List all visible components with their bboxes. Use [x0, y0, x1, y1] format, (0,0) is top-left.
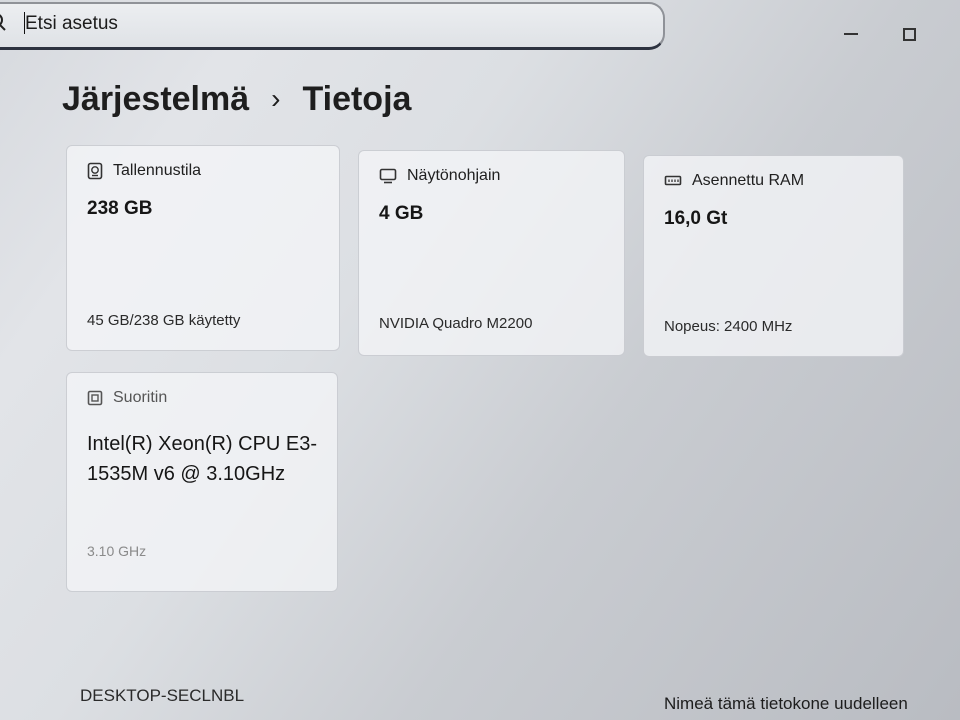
monitor-icon	[379, 168, 397, 184]
storage-card: Tallennustila 238 GB 45 GB/238 GB käytet…	[66, 145, 340, 351]
ram-value: 16,0 Gt	[664, 208, 728, 229]
device-name: DESKTOP-SECLNBL	[80, 686, 245, 705]
cpu-title: Suoritin	[113, 389, 168, 406]
ram-title: Asennettu RAM	[692, 172, 805, 189]
ram-card-header: Asennettu RAM	[664, 172, 804, 190]
page-title: Tietoja	[302, 79, 412, 118]
memory-icon	[664, 175, 682, 186]
breadcrumb-parent[interactable]: Järjestelmä	[62, 80, 249, 119]
maximize-button[interactable]	[896, 18, 922, 44]
cpu-card: Suoritin Intel(R) Xeon(R) CPU E3-1535M v…	[66, 372, 338, 592]
gpu-card: Näytönohjain 4 GB NVIDIA Quadro M2200	[358, 150, 625, 356]
hard-drive-icon	[87, 162, 103, 180]
breadcrumb-separator: ›	[271, 83, 281, 114]
search-icon[interactable]	[0, 12, 8, 32]
ram-card: Asennettu RAM 16,0 Gt Nopeus: 2400 MHz	[643, 155, 904, 357]
gpu-value: 4 GB	[379, 203, 424, 224]
gpu-card-header: Näytönohjain	[379, 167, 500, 185]
ram-speed: Nopeus: 2400 MHz	[664, 318, 793, 335]
title-bar	[0, 0, 960, 62]
maximize-icon	[902, 27, 916, 41]
minimize-icon	[844, 33, 858, 35]
gpu-title: Näytönohjain	[407, 167, 501, 184]
cpu-card-header: Suoritin	[87, 389, 167, 407]
storage-card-header: Tallennustila	[87, 162, 201, 180]
cpu-speed: 3.10 GHz	[87, 543, 147, 559]
rename-pc-button[interactable]: Nimeä tämä tietokone uudelleen	[664, 694, 908, 714]
breadcrumb: Järjestelmä › Tietoja	[62, 74, 411, 124]
storage-title: Tallennustila	[113, 162, 202, 179]
minimize-button[interactable]	[838, 18, 864, 44]
gpu-model: NVIDIA Quadro M2200	[379, 315, 533, 332]
storage-value: 238 GB	[87, 198, 153, 219]
processor-icon	[87, 390, 103, 406]
storage-usage: 45 GB/238 GB käytetty	[87, 312, 241, 329]
search-input[interactable]	[25, 11, 625, 37]
cpu-value: Intel(R) Xeon(R) CPU E3-1535M v6 @ 3.10G…	[87, 433, 318, 485]
